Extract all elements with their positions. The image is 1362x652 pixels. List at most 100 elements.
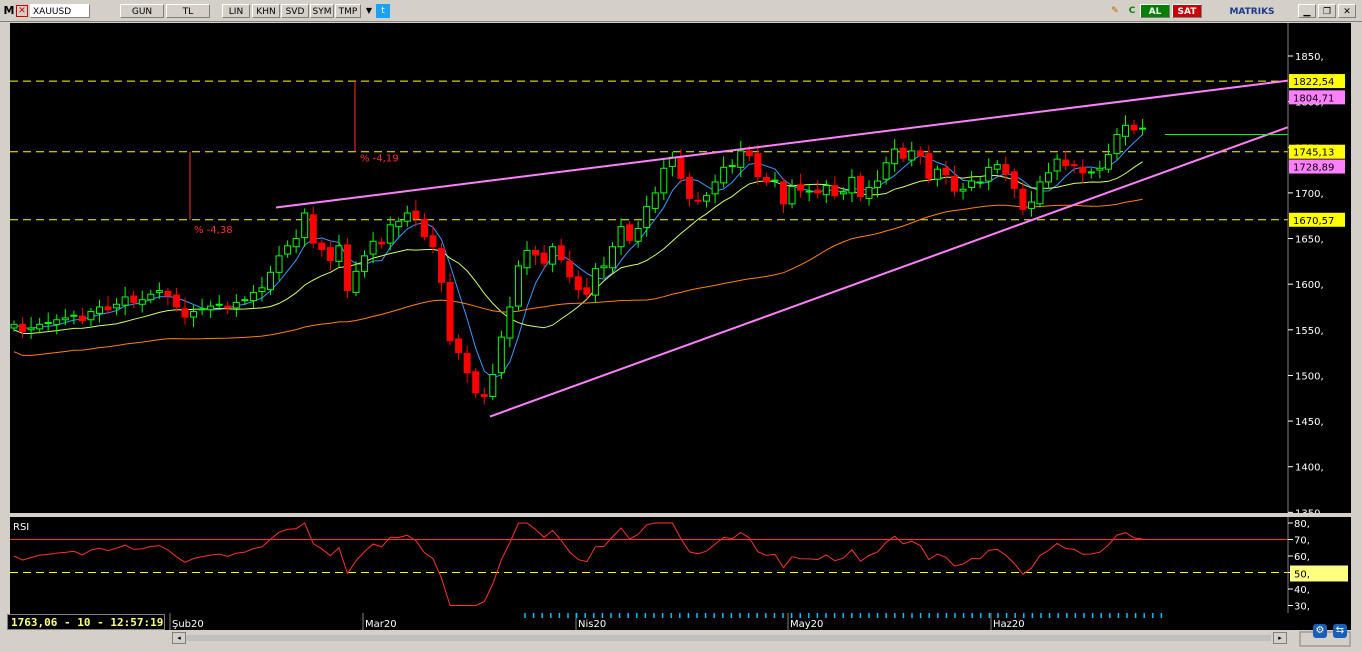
candle-body bbox=[976, 181, 984, 184]
candle-body bbox=[814, 189, 822, 194]
price-tick-label: 1850, bbox=[1295, 52, 1324, 63]
candle-body bbox=[891, 148, 899, 165]
price-tick-label: 1650, bbox=[1295, 235, 1324, 246]
scroll-track[interactable] bbox=[186, 635, 1271, 641]
candle-body bbox=[181, 308, 189, 318]
candle-body bbox=[438, 248, 445, 283]
candle-body bbox=[762, 176, 770, 183]
app-logo[interactable]: M bbox=[2, 4, 16, 18]
chevron-down-icon[interactable]: ▼ bbox=[362, 4, 376, 18]
candle-body bbox=[660, 167, 668, 194]
rsi-title: RSI bbox=[13, 522, 29, 533]
candle-body bbox=[822, 185, 830, 196]
candle-body bbox=[480, 394, 488, 397]
candle-body bbox=[865, 186, 873, 199]
candle-body bbox=[258, 287, 266, 292]
candle-body bbox=[1036, 181, 1044, 205]
candle-body bbox=[1053, 158, 1061, 172]
candle-body bbox=[249, 291, 257, 302]
buy-button[interactable]: AL bbox=[1140, 4, 1170, 18]
candle-body bbox=[523, 249, 531, 269]
price-tick-label: 1550, bbox=[1295, 326, 1324, 337]
brand-logo: MATRIKS bbox=[1210, 4, 1294, 18]
time-label: Nis20 bbox=[578, 619, 606, 630]
candle-body bbox=[352, 270, 360, 293]
candle-body bbox=[403, 212, 411, 222]
candle-body bbox=[412, 210, 420, 219]
twitter-icon[interactable]: t bbox=[376, 4, 390, 18]
candle-body bbox=[96, 306, 103, 314]
candle-body bbox=[267, 271, 274, 291]
candle-body bbox=[703, 195, 711, 202]
candle-body bbox=[643, 206, 651, 229]
candle-body bbox=[36, 323, 44, 330]
candle-body bbox=[780, 181, 787, 205]
candle-body bbox=[874, 180, 882, 188]
candle-body bbox=[626, 224, 634, 241]
candle-body bbox=[1079, 166, 1087, 174]
price-level-label: 1804,71 bbox=[1293, 93, 1334, 104]
sell-button[interactable]: SAT bbox=[1172, 4, 1202, 18]
candle-body bbox=[532, 249, 540, 256]
toolbar-button-khn[interactable]: KHN bbox=[252, 4, 280, 18]
candle-body bbox=[848, 176, 856, 194]
toolbar-button-sym[interactable]: SYM bbox=[310, 4, 334, 18]
time-label: Şub20 bbox=[172, 619, 204, 630]
candle-body bbox=[104, 306, 112, 311]
candle-body bbox=[1070, 164, 1078, 167]
candle-body bbox=[44, 322, 52, 325]
candle-body bbox=[882, 162, 890, 180]
price-chart[interactable]: % -4,19% -4,38 1850,1800,1750,1700,1650,… bbox=[10, 23, 1351, 613]
candle-body bbox=[232, 301, 240, 309]
candle-body bbox=[506, 306, 514, 339]
candle-body bbox=[557, 245, 565, 261]
zoom-icon[interactable]: ⇆ bbox=[1333, 624, 1347, 638]
minimize-icon[interactable]: ▁ bbox=[1298, 4, 1316, 18]
candle-body bbox=[720, 166, 728, 184]
candle-body bbox=[472, 371, 480, 394]
candle-body bbox=[335, 245, 343, 262]
candle-body bbox=[190, 311, 198, 318]
candle-body bbox=[489, 374, 497, 397]
candle-body bbox=[583, 287, 591, 295]
close-icon[interactable]: ✕ bbox=[1338, 4, 1356, 18]
close-chart-icon[interactable]: ✕ bbox=[16, 5, 28, 17]
chart-area[interactable]: % -4,19% -4,38 1850,1800,1750,1700,1650,… bbox=[10, 23, 1351, 613]
price-tick-label: 1600, bbox=[1295, 280, 1324, 291]
candle-body bbox=[429, 235, 437, 248]
symbol-field[interactable]: XAUUSD bbox=[30, 4, 90, 18]
candle-body bbox=[899, 147, 907, 159]
toolbar: M ✕ XAUUSD GUN TL LIN KHN SVD SYM TMP ▼ … bbox=[0, 0, 1362, 22]
candle-body bbox=[754, 153, 762, 177]
scroll-right-button[interactable]: ▸ bbox=[1273, 632, 1287, 644]
toolbar-button-tl[interactable]: TL bbox=[166, 4, 210, 18]
candle-body bbox=[617, 226, 625, 248]
status-readout: 1763,06 - 10 - 12:57:19 bbox=[7, 614, 165, 630]
candle-body bbox=[343, 244, 351, 292]
candle-body bbox=[685, 176, 693, 199]
candle-body bbox=[1062, 159, 1070, 167]
candle-body bbox=[420, 218, 428, 238]
pencil-icon[interactable]: ✎ bbox=[1108, 4, 1122, 18]
candle-body bbox=[224, 305, 232, 309]
candle-body bbox=[10, 323, 18, 329]
candle-body bbox=[1002, 164, 1010, 175]
candle-body bbox=[386, 224, 394, 244]
rsi-tick-label: 70, bbox=[1294, 536, 1310, 547]
restore-icon[interactable]: ❐ bbox=[1318, 4, 1336, 18]
candle-body bbox=[215, 303, 223, 306]
toolbar-button-tmp[interactable]: TMP bbox=[335, 4, 361, 18]
refresh-icon[interactable]: C bbox=[1125, 4, 1139, 18]
price-tick-label: 1450, bbox=[1295, 417, 1324, 428]
toolbar-button-gun[interactable]: GUN bbox=[120, 4, 164, 18]
candle-body bbox=[138, 299, 146, 305]
settings-icon[interactable]: ⚙ bbox=[1313, 624, 1327, 638]
candle-body bbox=[61, 317, 69, 321]
candle-body bbox=[745, 150, 753, 156]
toolbar-button-lin[interactable]: LIN bbox=[222, 4, 250, 18]
scroll-left-button[interactable]: ◂ bbox=[172, 632, 186, 644]
candle-body bbox=[1122, 124, 1129, 137]
candle-body bbox=[514, 265, 522, 307]
toolbar-button-svd[interactable]: SVD bbox=[281, 4, 309, 18]
candle-body bbox=[207, 305, 215, 311]
